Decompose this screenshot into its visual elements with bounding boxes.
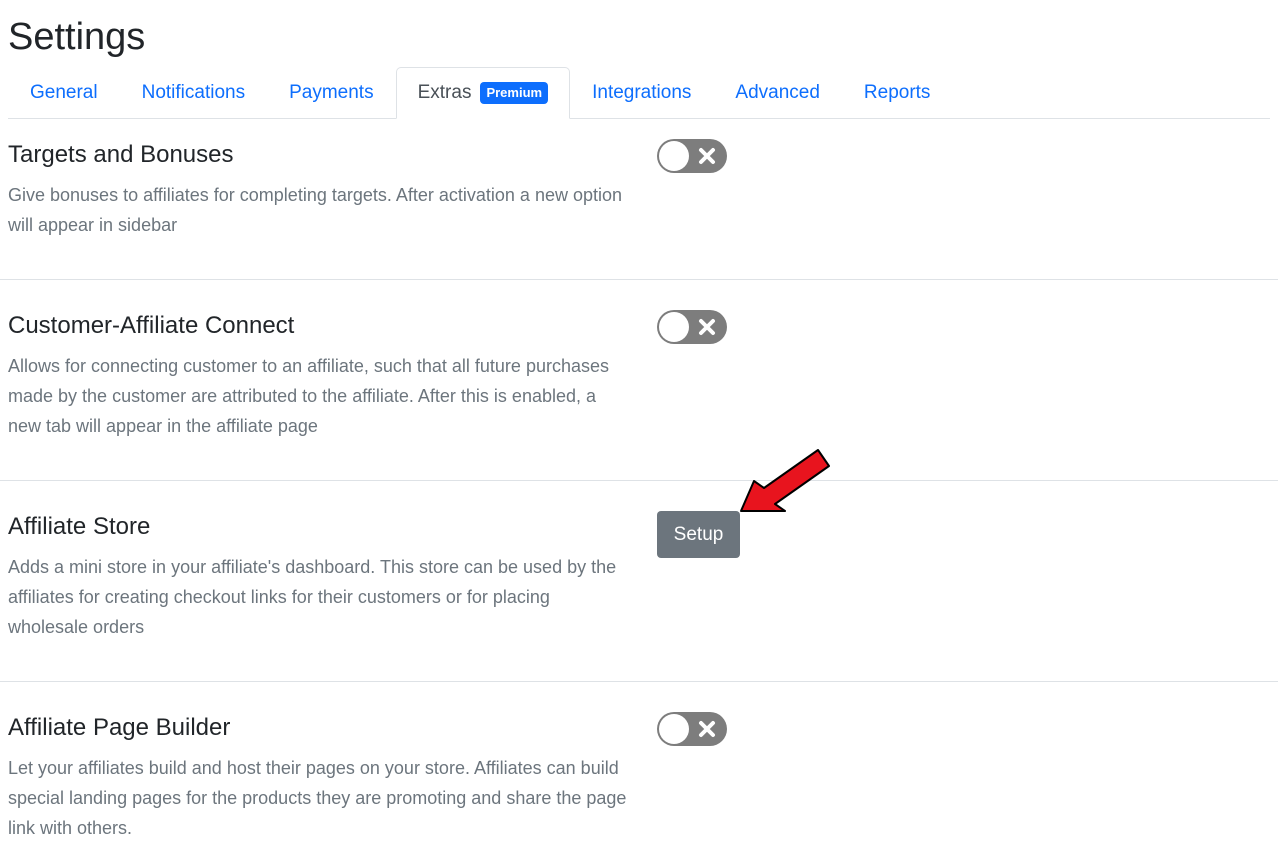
tab-general[interactable]: General bbox=[8, 67, 120, 119]
section-title-affiliate-page-builder: Affiliate Page Builder bbox=[8, 714, 231, 741]
section-desc-affiliate-page-builder: Let your affiliates build and host their… bbox=[8, 758, 627, 838]
tab-reports[interactable]: Reports bbox=[842, 67, 953, 119]
premium-badge: Premium bbox=[480, 82, 549, 104]
tab-label: Notifications bbox=[141, 82, 246, 103]
settings-page: Settings General Notifications Payments … bbox=[0, 0, 1278, 852]
tab-integrations[interactable]: Integrations bbox=[570, 67, 713, 119]
close-x-icon bbox=[696, 712, 718, 746]
section-desc-affiliate-store: Adds a mini store in your affiliate's da… bbox=[8, 557, 617, 637]
targets-bonuses-toggle[interactable] bbox=[657, 139, 727, 173]
settings-tabs: General Notifications Payments Extras Pr… bbox=[8, 67, 1270, 119]
affiliate-store-setup-button[interactable]: Setup bbox=[657, 511, 740, 558]
section-divider bbox=[0, 480, 1278, 481]
customer-affiliate-connect-toggle[interactable] bbox=[657, 310, 727, 344]
tab-payments[interactable]: Payments bbox=[267, 67, 395, 119]
section-title-affiliate-store: Affiliate Store bbox=[8, 513, 151, 540]
tab-label: Extras bbox=[417, 82, 472, 103]
toggle-knob bbox=[659, 312, 689, 342]
section-divider bbox=[0, 681, 1278, 682]
tab-notifications[interactable]: Notifications bbox=[120, 67, 268, 119]
section-divider bbox=[0, 279, 1278, 280]
toggle-knob bbox=[659, 141, 689, 171]
tab-label: Integrations bbox=[592, 82, 692, 103]
red-arrow-icon bbox=[740, 449, 830, 512]
section-title-customer-affiliate-connect: Customer-Affiliate Connect bbox=[8, 312, 295, 339]
tab-label: Advanced bbox=[735, 82, 820, 103]
tab-label: General bbox=[30, 82, 98, 103]
close-x-icon bbox=[696, 139, 718, 173]
section-desc-targets-bonuses: Give bonuses to affiliates for completin… bbox=[8, 185, 623, 235]
toggle-knob bbox=[659, 714, 689, 744]
page-title: Settings bbox=[8, 16, 146, 58]
section-title-targets-bonuses: Targets and Bonuses bbox=[8, 141, 234, 168]
tab-extras[interactable]: Extras Premium bbox=[395, 67, 571, 119]
tab-label: Payments bbox=[289, 82, 374, 103]
close-x-icon bbox=[696, 310, 718, 344]
section-desc-customer-affiliate-connect: Allows for connecting customer to an aff… bbox=[8, 356, 609, 436]
tab-advanced[interactable]: Advanced bbox=[713, 67, 842, 119]
tab-label: Reports bbox=[863, 82, 931, 103]
affiliate-page-builder-toggle[interactable] bbox=[657, 712, 727, 746]
